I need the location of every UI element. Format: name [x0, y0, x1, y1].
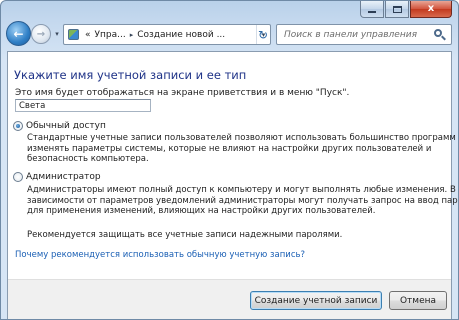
breadcrumb-separator-icon[interactable]: ▸: [128, 31, 136, 39]
back-button[interactable]: ←: [6, 21, 31, 46]
administrator-description: Администраторы имеют полный доступ к ком…: [27, 185, 459, 217]
caption-buttons: x: [360, 1, 452, 18]
administrator-radio[interactable]: [13, 172, 23, 182]
name-hint-label: Это имя будет отображаться на экране при…: [15, 88, 350, 98]
chevron-down-icon: ▾: [55, 30, 59, 38]
description-line: для применения изменений, влияющих на на…: [27, 206, 376, 217]
breadcrumb-create-account[interactable]: Создание новой ...: [135, 30, 227, 40]
description-line: безопасность компьютера.: [27, 154, 149, 165]
create-account-button[interactable]: Создание учетной записи: [250, 291, 382, 310]
maximize-icon: [392, 5, 402, 13]
page-title: Укажите имя учетной записи и ее тип: [14, 68, 247, 82]
account-creation-window: x ← → ▾ « Упра... ▸ Создание новой ... ▾…: [0, 0, 459, 320]
address-overflow[interactable]: «: [83, 30, 93, 40]
search-icon[interactable]: [432, 27, 448, 43]
forward-arrow-icon: →: [36, 28, 46, 40]
password-recommendation: Рекомендуется защищать все учетные запис…: [27, 230, 343, 240]
maximize-button[interactable]: [385, 1, 409, 18]
address-bar[interactable]: « Упра... ▸ Создание новой ... ▾: [63, 24, 271, 45]
description-line: зависимости от параметров уведомлений ад…: [27, 195, 459, 206]
recent-pages-dropdown[interactable]: ▾: [52, 27, 62, 41]
why-standard-account-link[interactable]: Почему рекомендуется использовать обычну…: [15, 250, 305, 260]
search-input[interactable]: [277, 29, 432, 40]
refresh-icon: ↻: [257, 27, 269, 42]
minimize-button[interactable]: [360, 1, 384, 18]
close-button[interactable]: x: [410, 1, 452, 18]
search-box[interactable]: [276, 24, 452, 45]
standard-user-label[interactable]: Обычный доступ: [26, 121, 106, 131]
description-line: Администраторы имеют полный доступ к ком…: [27, 185, 456, 195]
administrator-option[interactable]: Администратор: [13, 172, 101, 182]
back-arrow-icon: ←: [13, 26, 24, 41]
content-panel: Укажите имя учетной записи и ее тип Это …: [7, 51, 459, 319]
standard-user-option[interactable]: Обычный доступ: [13, 121, 106, 131]
close-icon: x: [427, 3, 435, 14]
cancel-button[interactable]: Отмена: [389, 291, 447, 310]
account-name-input[interactable]: [15, 99, 151, 112]
description-line: Стандартные учетные записи пользователей…: [27, 133, 459, 143]
minimize-icon: [368, 11, 376, 13]
dialog-footer: Создание учетной записи Отмена: [8, 279, 451, 319]
forward-button[interactable]: →: [31, 24, 51, 44]
navigation-bar: ← → ▾ « Упра... ▸ Создание новой ... ▾ ↻: [6, 21, 452, 48]
standard-user-description: Стандартные учетные записи пользователей…: [27, 133, 459, 165]
description-line: изменять параметры системы, которые не в…: [27, 143, 432, 154]
control-panel-icon: [68, 29, 79, 40]
breadcrumb-control-panel[interactable]: Упра...: [93, 30, 128, 40]
standard-user-radio[interactable]: [13, 121, 23, 131]
administrator-label[interactable]: Администратор: [26, 172, 101, 182]
refresh-button[interactable]: ↻: [252, 24, 274, 45]
